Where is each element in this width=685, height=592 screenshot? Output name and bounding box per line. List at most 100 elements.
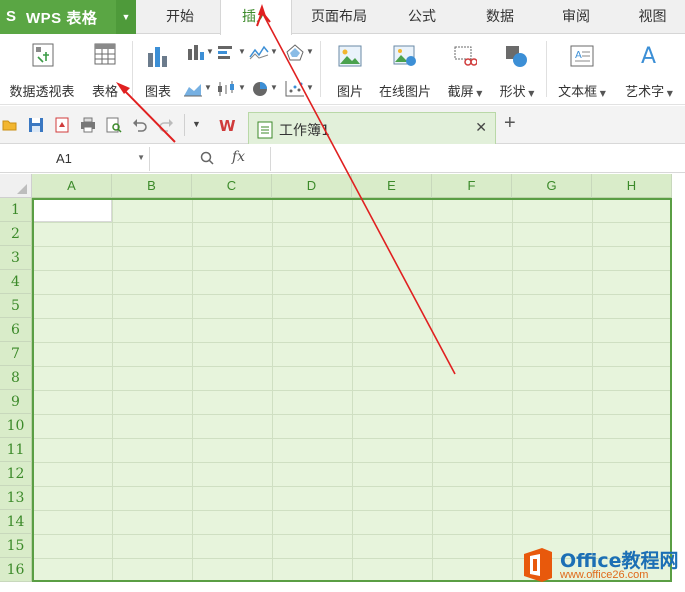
formula-bar: A1 ▼ fx xyxy=(0,145,685,173)
ribbon-insert: 数据透视表 表格 图表 ▼ ▼ ▼ ▼ ▼ ▼ ▼ ▼ 图片 在线图片 截屏 ▼… xyxy=(0,35,685,105)
pie-chart-icon[interactable] xyxy=(250,79,272,97)
textbox-icon: A xyxy=(570,45,594,67)
spreadsheet-grid: ABCDEFGH 1 2 3 4 5 6 7 8 9 10 11 12 13 14 15 16 xyxy=(0,174,685,592)
row-header-1[interactable]: 1 xyxy=(0,198,32,222)
column-header-g[interactable]: G xyxy=(512,174,592,198)
horizontal-bar-chart-icon[interactable] xyxy=(216,43,238,61)
row-header-8[interactable]: 8 xyxy=(0,366,32,390)
row-header-10[interactable]: 10 xyxy=(0,414,32,438)
customize-toolbar-chevron-icon[interactable]: ▼ xyxy=(192,119,201,129)
tab-review[interactable]: 审阅 xyxy=(542,0,610,34)
tab-home[interactable]: 开始 xyxy=(146,0,214,34)
chevron-down-icon[interactable]: ▼ xyxy=(270,83,278,92)
column-header-e[interactable]: E xyxy=(352,174,432,198)
tab-view[interactable]: 视图 xyxy=(620,0,685,34)
cell-reference: A1 xyxy=(56,151,72,166)
new-tab-plus-icon[interactable]: + xyxy=(504,112,516,135)
redo-icon[interactable] xyxy=(158,117,174,133)
picture-label: 图片 xyxy=(336,85,363,100)
column-header-b[interactable]: B xyxy=(112,174,192,198)
row-header-11[interactable]: 11 xyxy=(0,438,32,462)
menu-bar: S WPS 表格 ▼ 开始 插入 页面布局 公式 数据 审阅 视图 xyxy=(0,0,685,35)
chart-button[interactable]: 图表 xyxy=(140,39,176,103)
row-header-16[interactable]: 16 xyxy=(0,558,32,582)
chevron-down-icon[interactable]: ▼ xyxy=(270,47,278,56)
row-header-4[interactable]: 4 xyxy=(0,270,32,294)
print-preview-icon[interactable] xyxy=(106,117,122,133)
textbox-label: 文本框 ▼ xyxy=(558,85,606,100)
tab-insert[interactable]: 插入 xyxy=(220,0,292,35)
chevron-down-icon[interactable]: ▼ xyxy=(306,83,314,92)
tab-page-layout[interactable]: 页面布局 xyxy=(298,0,380,34)
office-logo-icon xyxy=(524,548,552,582)
row-header-5[interactable]: 5 xyxy=(0,294,32,318)
scatter-chart-icon[interactable] xyxy=(284,79,306,97)
shapes-label: 形状 ▼ xyxy=(499,85,535,100)
name-box[interactable]: A1 ▼ xyxy=(0,147,150,171)
toolbar-divider xyxy=(184,114,185,136)
radar-chart-icon[interactable] xyxy=(284,43,306,61)
table-button[interactable]: 表格 xyxy=(86,39,124,103)
textbox-button[interactable]: A 文本框 ▼ xyxy=(552,39,612,103)
svg-text:A: A xyxy=(575,50,582,61)
app-menu-button[interactable]: S WPS 表格 ▼ xyxy=(0,0,136,34)
active-cell-a1[interactable] xyxy=(32,198,112,222)
close-icon[interactable]: ✕ xyxy=(475,119,487,136)
tab-data[interactable]: 数据 xyxy=(464,0,536,34)
column-header-f[interactable]: F xyxy=(432,174,512,198)
cell-area[interactable] xyxy=(32,198,672,582)
chevron-down-icon[interactable]: ▼ xyxy=(238,83,246,92)
wps-home-icon[interactable]: W xyxy=(218,114,242,136)
chevron-down-icon[interactable]: ▼ xyxy=(206,47,214,56)
document-tab[interactable]: 工作簿1 ✕ xyxy=(248,112,496,144)
row-header-9[interactable]: 9 xyxy=(0,390,32,414)
picture-button[interactable]: 图片 xyxy=(330,39,370,103)
column-header-d[interactable]: D xyxy=(272,174,352,198)
row-header-15[interactable]: 15 xyxy=(0,534,32,558)
pivot-table-button[interactable]: 数据透视表 xyxy=(2,39,82,103)
chevron-down-icon[interactable]: ▼ xyxy=(204,83,212,92)
pivot-table-label: 数据透视表 xyxy=(9,85,75,100)
row-header-7[interactable]: 7 xyxy=(0,342,32,366)
zoom-search-icon[interactable] xyxy=(200,151,214,165)
print-icon[interactable] xyxy=(80,117,96,133)
stock-chart-icon[interactable] xyxy=(216,79,238,97)
area-chart-icon[interactable] xyxy=(182,79,204,97)
open-folder-icon[interactable] xyxy=(2,117,18,133)
row-header-2[interactable]: 2 xyxy=(0,222,32,246)
row-header-12[interactable]: 12 xyxy=(0,462,32,486)
row-header-3[interactable]: 3 xyxy=(0,246,32,270)
tab-formulas[interactable]: 公式 xyxy=(386,0,458,34)
row-header-13[interactable]: 13 xyxy=(0,486,32,510)
row-header-6[interactable]: 6 xyxy=(0,318,32,342)
shapes-button[interactable]: 形状 ▼ xyxy=(494,39,540,103)
column-header-a[interactable]: A xyxy=(32,174,112,198)
picture-icon xyxy=(338,45,362,67)
chevron-down-icon[interactable]: ▼ xyxy=(116,0,136,34)
chevron-down-icon[interactable]: ▼ xyxy=(306,47,314,56)
ribbon-divider xyxy=(546,41,547,97)
watermark: Office教程网 www.office26.com xyxy=(520,544,685,588)
svg-text:A: A xyxy=(641,44,656,67)
screenshot-button[interactable]: 截屏 ▼ xyxy=(442,39,488,103)
chevron-down-icon[interactable]: ▼ xyxy=(137,153,145,162)
wordart-button[interactable]: A 艺术字 ▼ xyxy=(616,39,682,103)
column-chart-icon[interactable] xyxy=(186,43,208,61)
export-pdf-icon[interactable] xyxy=(54,117,70,133)
shapes-icon xyxy=(506,46,527,67)
ribbon-divider xyxy=(132,41,133,97)
save-icon[interactable] xyxy=(28,117,44,133)
wps-logo-icon: S xyxy=(6,8,17,25)
row-header-14[interactable]: 14 xyxy=(0,510,32,534)
chevron-down-icon[interactable]: ▼ xyxy=(238,47,246,56)
column-header-h[interactable]: H xyxy=(592,174,672,198)
insert-function-button[interactable]: fx xyxy=(232,149,245,165)
select-all-corner[interactable] xyxy=(0,174,32,198)
column-header-c[interactable]: C xyxy=(192,174,272,198)
formula-input[interactable] xyxy=(270,147,685,171)
undo-icon[interactable] xyxy=(132,117,148,133)
online-picture-button[interactable]: 在线图片 xyxy=(374,39,436,103)
line-chart-icon[interactable] xyxy=(248,43,270,61)
table-label: 表格 xyxy=(91,85,118,100)
document-tab-name: 工作簿1 xyxy=(279,123,330,139)
